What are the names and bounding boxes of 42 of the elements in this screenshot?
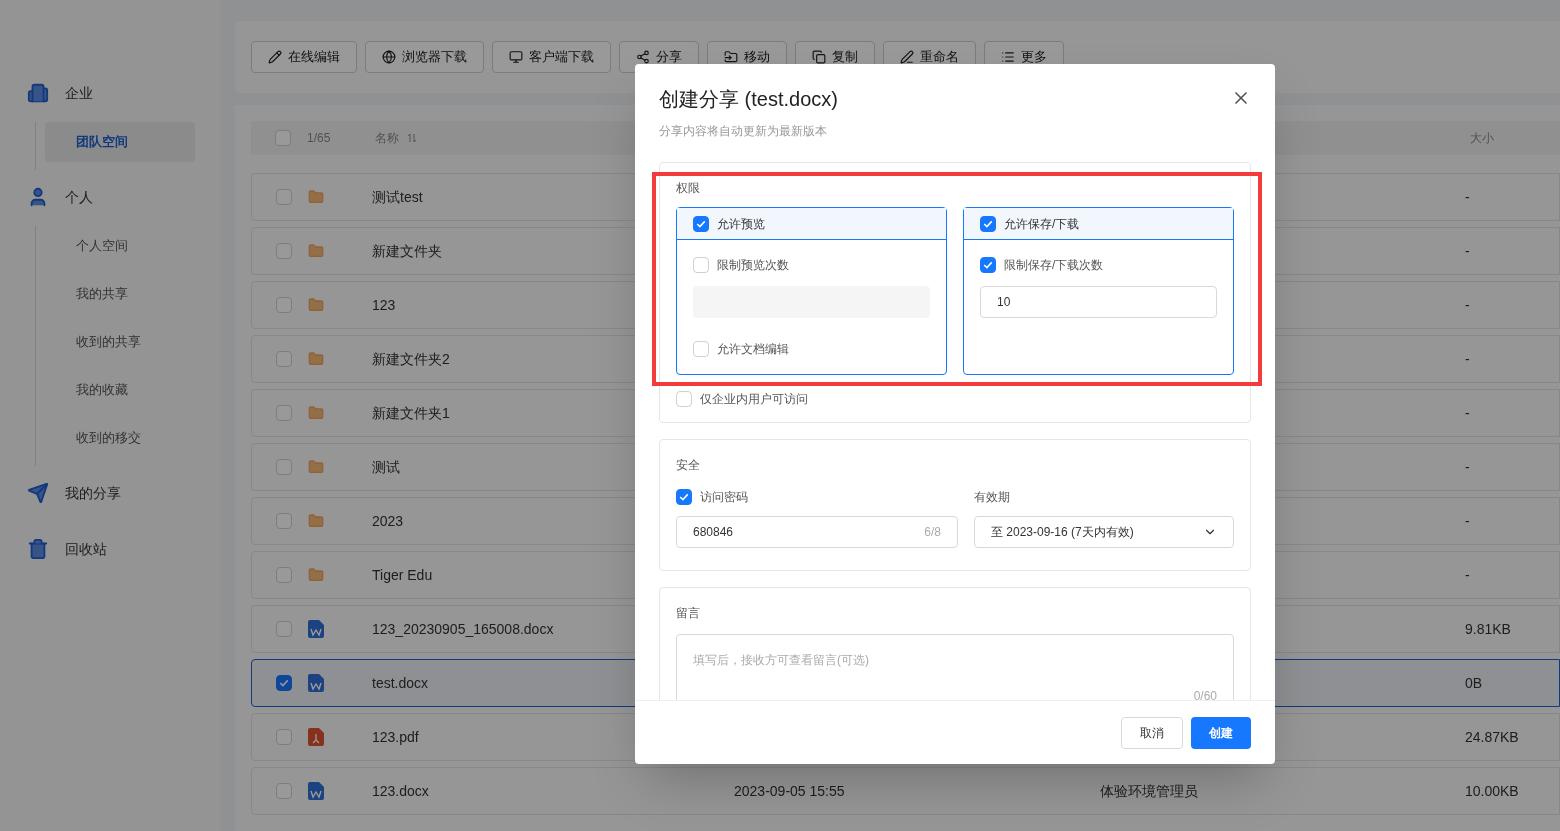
checkbox-label: 允许保存/下载 (1004, 215, 1080, 233)
size-cell-text: - (1465, 188, 1471, 207)
size-cell-text: 24.87KB (1465, 728, 1520, 747)
file-name: test.docx (372, 674, 429, 693)
checkbox-label: 允许预览 (717, 215, 765, 233)
size-cell-text: - (1465, 296, 1471, 315)
checkbox-label: 访问密码 (700, 489, 748, 506)
selection-count: 1/65 (307, 130, 332, 147)
file-name: 123.docx (372, 782, 429, 801)
dialog-subtitle: 分享内容将自动更新为最新版本 (658, 123, 828, 140)
file-name: 123_20230905_165008.docx (372, 620, 554, 639)
checkbox-label: 限制预览次数 (717, 257, 789, 274)
checkbox-label: 限制保存/下载次数 (1004, 257, 1104, 274)
checkbox-label: 允许文档编辑 (717, 341, 789, 358)
size-cell-text: 10.00KB (1465, 782, 1520, 801)
file-name: 新建文件夹1 (372, 404, 450, 423)
checkbox-label: 仅企业内用户可访问 (700, 391, 808, 408)
date-cell-text: 2023-09-05 15:55 (734, 782, 845, 801)
file-name: 新建文件夹2 (372, 350, 450, 369)
file-name: Tiger Edu (372, 566, 433, 585)
char-counter: 0/60 (1193, 688, 1217, 700)
file-name: 新建文件夹 (372, 242, 442, 261)
size-cell-text: 9.81KB (1465, 620, 1512, 639)
char-counter: 6/8 (924, 524, 941, 541)
owner-cell-text: 体验环境管理员 (1100, 782, 1198, 801)
size-cell-text: - (1465, 404, 1471, 423)
field-label: 有效期 (974, 489, 1011, 506)
section-heading: 留言 (676, 605, 701, 622)
file-name: 测试 (372, 458, 400, 477)
size-cell-text: - (1465, 350, 1471, 369)
file-name: 123 (372, 296, 396, 315)
section-heading: 安全 (676, 457, 701, 474)
dialog-title: 创建分享 (test.docx) (659, 87, 838, 112)
file-name: 测试test (372, 188, 423, 207)
file-name: 2023 (372, 512, 404, 531)
section-heading: 权限 (676, 180, 701, 197)
size-cell-text: - (1465, 512, 1471, 531)
size-cell-text: - (1465, 242, 1471, 261)
size-cell-text: - (1465, 458, 1471, 477)
size-cell-text: 0B (1465, 674, 1484, 693)
size-cell-text: - (1465, 566, 1471, 585)
file-name: 123.pdf (372, 728, 419, 747)
